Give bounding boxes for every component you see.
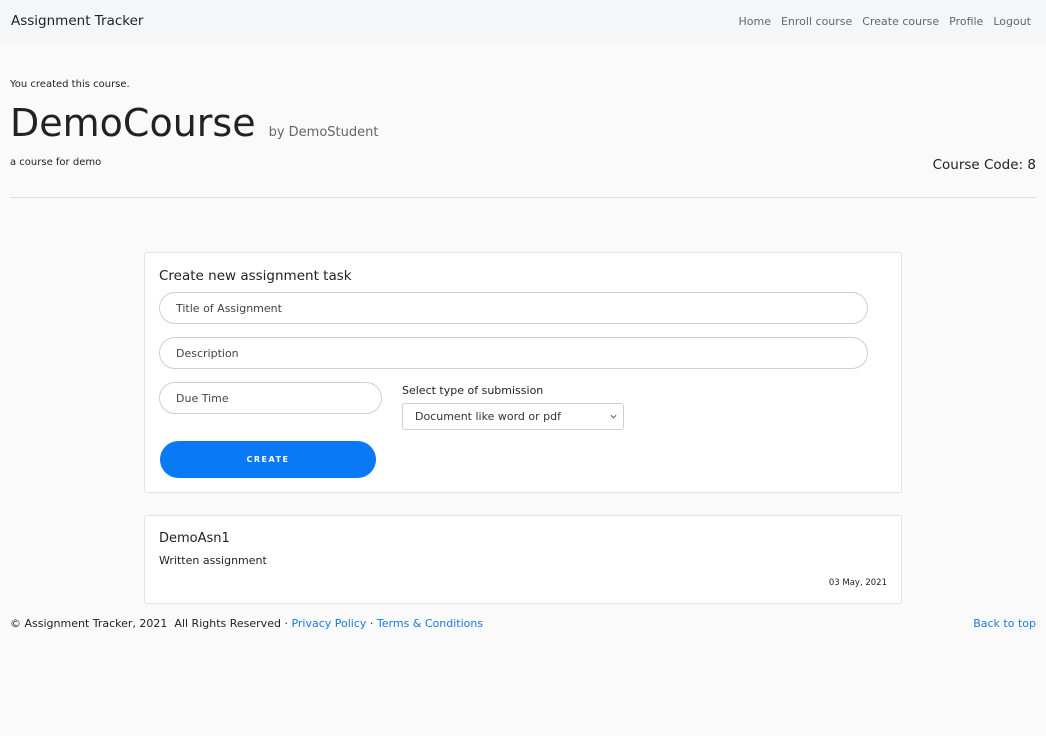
nav-home-link[interactable]: Home [739,15,771,28]
submission-type-value: Document like word or pdf [415,410,561,423]
submission-type-label: Select type of submission [402,384,544,397]
course-code: Course Code: 8 [932,157,1036,173]
privacy-policy-link[interactable]: Privacy Policy [291,617,366,630]
assignment-card[interactable]: DemoAsn1 Written assignment 03 May, 2021 [144,515,902,604]
copyright-text: © Assignment Tracker, 2021 All Rights Re… [10,617,292,630]
nav-profile-link[interactable]: Profile [949,15,983,28]
create-button[interactable]: CREATE [160,441,376,478]
course-name: DemoCourse [10,101,256,145]
brand-link[interactable]: Assignment Tracker [11,13,143,29]
assignment-description-input[interactable] [159,337,868,369]
nav-links: Home Enroll course Create course Profile… [739,15,1032,28]
create-assignment-card: Create new assignment task Select type o… [144,252,902,493]
footer-separator: · [366,617,377,630]
back-to-top-link[interactable]: Back to top [973,617,1036,630]
nav-create-course-link[interactable]: Create course [862,15,939,28]
assignment-title-input[interactable] [159,292,868,324]
nav-logout-link[interactable]: Logout [993,15,1031,28]
create-assignment-heading: Create new assignment task [159,268,352,284]
course-description: a course for demo [10,157,102,168]
nav-enroll-course-link[interactable]: Enroll course [781,15,852,28]
course-owner: by DemoStudent [268,125,379,140]
terms-conditions-link[interactable]: Terms & Conditions [377,617,483,630]
assignment-description: Written assignment [159,554,267,567]
navbar: Assignment Tracker Home Enroll course Cr… [0,0,1046,42]
chevron-down-icon [610,414,617,419]
assignment-title: DemoAsn1 [159,531,230,546]
due-time-input[interactable] [159,382,382,414]
assignment-date: 03 May, 2021 [828,578,887,588]
footer-copyright: © Assignment Tracker, 2021 All Rights Re… [10,617,483,630]
course-header: DemoCourse by DemoStudent [10,101,379,145]
submission-type-select[interactable]: Document like word or pdf [402,403,624,430]
course-ownership-note: You created this course. [10,79,130,90]
header-divider [10,197,1036,198]
